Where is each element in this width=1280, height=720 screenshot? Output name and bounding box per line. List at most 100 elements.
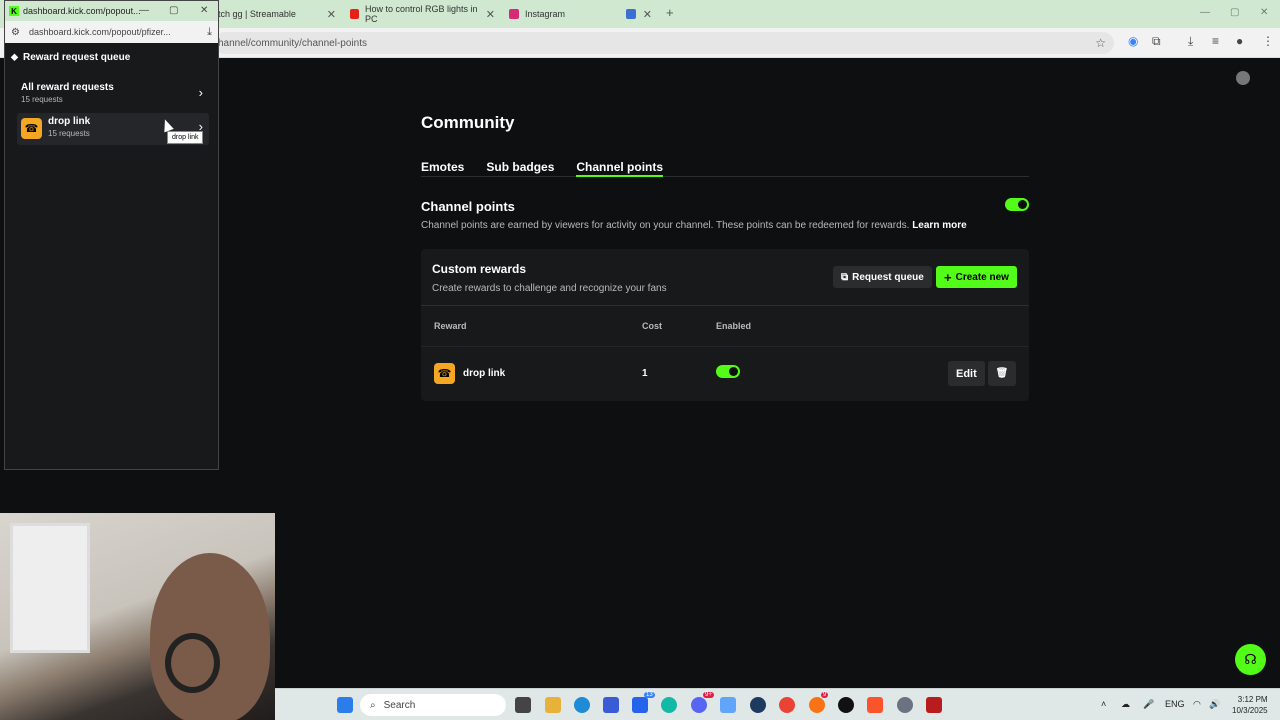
address-bar[interactable]: hannel/community/channel-points ☆	[214, 32, 1114, 54]
read-aloud-icon[interactable]: ◉	[1128, 34, 1138, 48]
support-chat-button[interactable]: ☊	[1235, 644, 1266, 675]
discord-icon[interactable]	[691, 697, 707, 713]
community-tabs: Emotes Sub badges Channel points	[421, 160, 1029, 177]
popout-address-bar[interactable]: ⚙ dashboard.kick.com/popout/pfizer... ⤓	[5, 21, 218, 43]
microphone-icon[interactable]: 🎤	[1143, 699, 1154, 710]
reward-name: drop link	[463, 368, 506, 379]
page-title: Community	[421, 113, 515, 132]
tab-sub-badges[interactable]: Sub badges	[486, 160, 554, 177]
menu-icon[interactable]: ⋮	[1262, 34, 1274, 48]
channel-points-description: Channel points are earned by viewers for…	[421, 220, 967, 231]
tab-channel-points[interactable]: Channel points	[576, 160, 664, 177]
file-explorer-icon[interactable]	[545, 697, 561, 713]
close-icon[interactable]: ✕	[200, 5, 208, 16]
request-queue-label: Request queue	[852, 271, 924, 283]
item-count: 15 requests	[21, 95, 63, 104]
tab-active[interactable]: ✕	[626, 4, 652, 24]
tab-youtube[interactable]: How to control RGB lights in PC ✕	[350, 4, 495, 24]
download-icon[interactable]: ⤓	[1188, 34, 1193, 49]
custom-rewards-subtitle: Create rewards to challenge and recogniz…	[432, 283, 667, 294]
profile-icon[interactable]: ●	[1236, 34, 1243, 48]
chrome-profile-icon[interactable]	[809, 697, 825, 713]
trash-icon: 🗑	[995, 368, 1009, 379]
app-icon[interactable]	[838, 697, 854, 713]
learn-more-link[interactable]: Learn more	[912, 220, 966, 231]
close-icon[interactable]: ✕	[486, 8, 495, 21]
minimize-icon[interactable]: —	[139, 5, 149, 16]
new-tab-button[interactable]: +	[666, 5, 674, 20]
chrome-icon[interactable]	[779, 697, 795, 713]
clock-date: 10/3/2025	[1232, 706, 1268, 715]
request-queue-button[interactable]: ⧉ Request queue	[833, 266, 932, 288]
popout-title: dashboard.kick.com/popout...	[23, 6, 141, 16]
delete-button[interactable]: 🗑	[988, 361, 1016, 386]
chevron-right-icon: ›	[198, 85, 203, 100]
create-new-button[interactable]: + Create new	[936, 266, 1017, 288]
notification-badge: 9	[821, 692, 829, 698]
game-icon[interactable]	[926, 697, 942, 713]
maximize-icon[interactable]: ▢	[1230, 7, 1239, 18]
screen: tch gg | Streamable ✕ How to control RGB…	[0, 0, 1280, 720]
column-header-enabled: Enabled	[716, 321, 752, 331]
taskbar-search[interactable]: ⌕ Search	[360, 694, 506, 716]
popout-titlebar: K dashboard.kick.com/popout... — ▢ ✕	[5, 1, 218, 21]
headset-icon: ☊	[1244, 651, 1257, 667]
close-icon[interactable]: ✕	[643, 8, 652, 21]
settings-gear-icon[interactable]	[897, 697, 913, 713]
windows-start-icon[interactable]	[337, 697, 353, 713]
tooltip: drop link	[167, 131, 204, 144]
messaging-icon[interactable]	[720, 697, 736, 713]
extensions-icon[interactable]: ⧉	[1152, 34, 1161, 49]
volume-icon[interactable]: 🔊	[1209, 699, 1220, 710]
tab-emotes[interactable]: Emotes	[421, 160, 464, 177]
cloud-icon[interactable]: ☁	[1121, 699, 1130, 710]
reward-cost: 1	[642, 368, 648, 379]
copilot-icon[interactable]	[661, 697, 677, 713]
wifi-icon[interactable]: ◠	[1193, 699, 1201, 710]
instagram-icon	[509, 9, 519, 19]
reward-phone-icon: ☎	[434, 363, 455, 384]
close-window-icon[interactable]: ✕	[1260, 7, 1268, 18]
url-text: hannel/community/channel-points	[218, 37, 367, 49]
tab-instagram[interactable]: Instagram	[509, 4, 609, 24]
bookmark-star-icon[interactable]: ☆	[1095, 36, 1106, 50]
mail-icon[interactable]	[632, 697, 648, 713]
search-label: Search	[383, 699, 416, 711]
steam-icon[interactable]	[750, 697, 766, 713]
list-item-all-requests[interactable]: All reward requests 15 requests ›	[17, 79, 209, 111]
minimize-icon[interactable]: —	[1200, 7, 1210, 18]
close-icon[interactable]: ✕	[327, 8, 336, 21]
plus-icon: +	[944, 269, 952, 285]
store-icon[interactable]	[603, 697, 619, 713]
task-view-icon[interactable]	[515, 697, 531, 713]
webcam-person	[150, 553, 270, 720]
edit-button[interactable]: Edit	[948, 361, 985, 386]
media-icon[interactable]: ≡	[1212, 34, 1219, 48]
tab-streamable[interactable]: tch gg | Streamable ✕	[218, 4, 336, 24]
reward-enabled-toggle[interactable]	[716, 365, 740, 378]
custom-rewards-panel: Custom rewards Create rewards to challen…	[421, 249, 1029, 401]
popout-url: dashboard.kick.com/popout/pfizer...	[29, 27, 171, 37]
system-clock[interactable]: 3:12 PM 10/3/2025	[1232, 694, 1268, 716]
maximize-icon[interactable]: ▢	[169, 5, 178, 16]
description-text: Channel points are earned by viewers for…	[421, 220, 910, 231]
chevron-up-icon[interactable]: ˄	[1101, 699, 1106, 709]
language-indicator[interactable]: ENG	[1165, 699, 1185, 709]
custom-rewards-title: Custom rewards	[432, 262, 527, 276]
site-settings-icon[interactable]: ⚙	[11, 27, 20, 38]
webcam-headphones	[165, 633, 220, 693]
avatar[interactable]	[1236, 71, 1250, 85]
brave-icon[interactable]	[867, 697, 883, 713]
divider	[421, 346, 1029, 347]
download-icon[interactable]: ⤓	[207, 26, 212, 39]
queue-icon: ⬥	[11, 52, 18, 63]
youtube-icon	[350, 9, 359, 19]
reward-phone-icon: ☎	[21, 118, 42, 139]
item-count: 15 requests	[48, 129, 90, 138]
edge-icon[interactable]	[574, 697, 590, 713]
clock-time: 3:12 PM	[1237, 695, 1268, 704]
column-header-reward: Reward	[434, 321, 467, 331]
tab-label: Instagram	[525, 9, 566, 19]
queue-heading-label: Reward request queue	[23, 52, 131, 63]
channel-points-toggle[interactable]	[1005, 198, 1029, 211]
